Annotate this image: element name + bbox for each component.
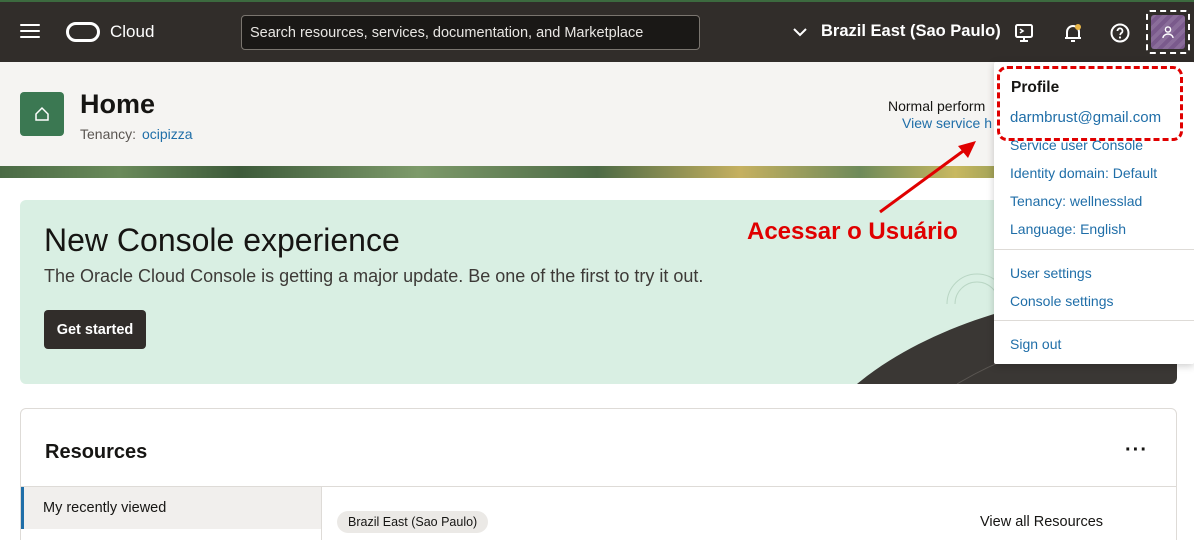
menu-item-console-settings[interactable]: Console settings — [1010, 293, 1114, 309]
home-icon — [35, 106, 49, 121]
divider — [994, 320, 1194, 321]
annotation-highlight-box — [997, 66, 1183, 141]
help-icon[interactable] — [1109, 22, 1131, 44]
more-actions-button[interactable]: ··· — [1125, 439, 1148, 462]
region-filter-pill[interactable]: Brazil East (Sao Paulo) — [337, 511, 489, 533]
service-health-link[interactable]: View service h — [902, 115, 992, 131]
get-started-button[interactable]: Get started — [44, 310, 146, 349]
chevron-down-icon — [793, 27, 807, 36]
menu-item-tenancy[interactable]: Tenancy: wellnesslad — [1010, 193, 1142, 209]
annotation-text: Acessar o Usuário — [747, 218, 958, 245]
tab-recently-viewed[interactable]: My recently viewed — [21, 487, 321, 529]
oracle-logo-icon[interactable] — [66, 22, 100, 42]
tenancy-link[interactable]: ocipizza — [142, 126, 193, 142]
menu-item-user-settings[interactable]: User settings — [1010, 265, 1092, 281]
cloud-shell-icon[interactable] — [1013, 22, 1035, 44]
region-label: Brazil East (Sao Paulo) — [821, 22, 1001, 40]
divider — [321, 487, 322, 540]
banner-title: New Console experience — [44, 222, 400, 258]
divider — [994, 249, 1194, 250]
menu-item-language[interactable]: Language: English — [1010, 221, 1126, 237]
tab-label: My recently viewed — [43, 500, 167, 516]
bell-icon[interactable] — [1062, 22, 1084, 44]
menu-item-identity-domain[interactable]: Identity domain: Default — [1010, 165, 1157, 181]
search-input[interactable] — [241, 15, 700, 50]
resources-panel: Resources ··· My recently viewed Brazil … — [20, 408, 1177, 540]
banner-subtitle: The Oracle Cloud Console is getting a ma… — [44, 266, 704, 286]
menu-item-sign-out[interactable]: Sign out — [1010, 336, 1061, 352]
home-tile — [20, 92, 64, 136]
view-all-resources-link[interactable]: View all Resources — [980, 514, 1103, 530]
region-selector[interactable]: Brazil East (Sao Paulo) — [792, 22, 1001, 41]
tenancy-label: Tenancy: — [80, 126, 137, 142]
annotation-arrow-icon — [879, 141, 976, 214]
brand-label[interactable]: Cloud — [110, 22, 154, 42]
user-icon — [1162, 26, 1174, 39]
avatar — [1151, 15, 1185, 49]
hamburger-icon[interactable] — [20, 24, 40, 40]
page-title: Home — [80, 89, 156, 119]
top-nav: Cloud Brazil East (Sao Paulo) — [0, 0, 1194, 62]
profile-avatar-button[interactable] — [1146, 10, 1190, 54]
resources-title: Resources — [45, 441, 148, 463]
status-text: Normal perform — [888, 98, 986, 114]
tenancy-line: Tenancy: ocipizza — [80, 126, 193, 142]
